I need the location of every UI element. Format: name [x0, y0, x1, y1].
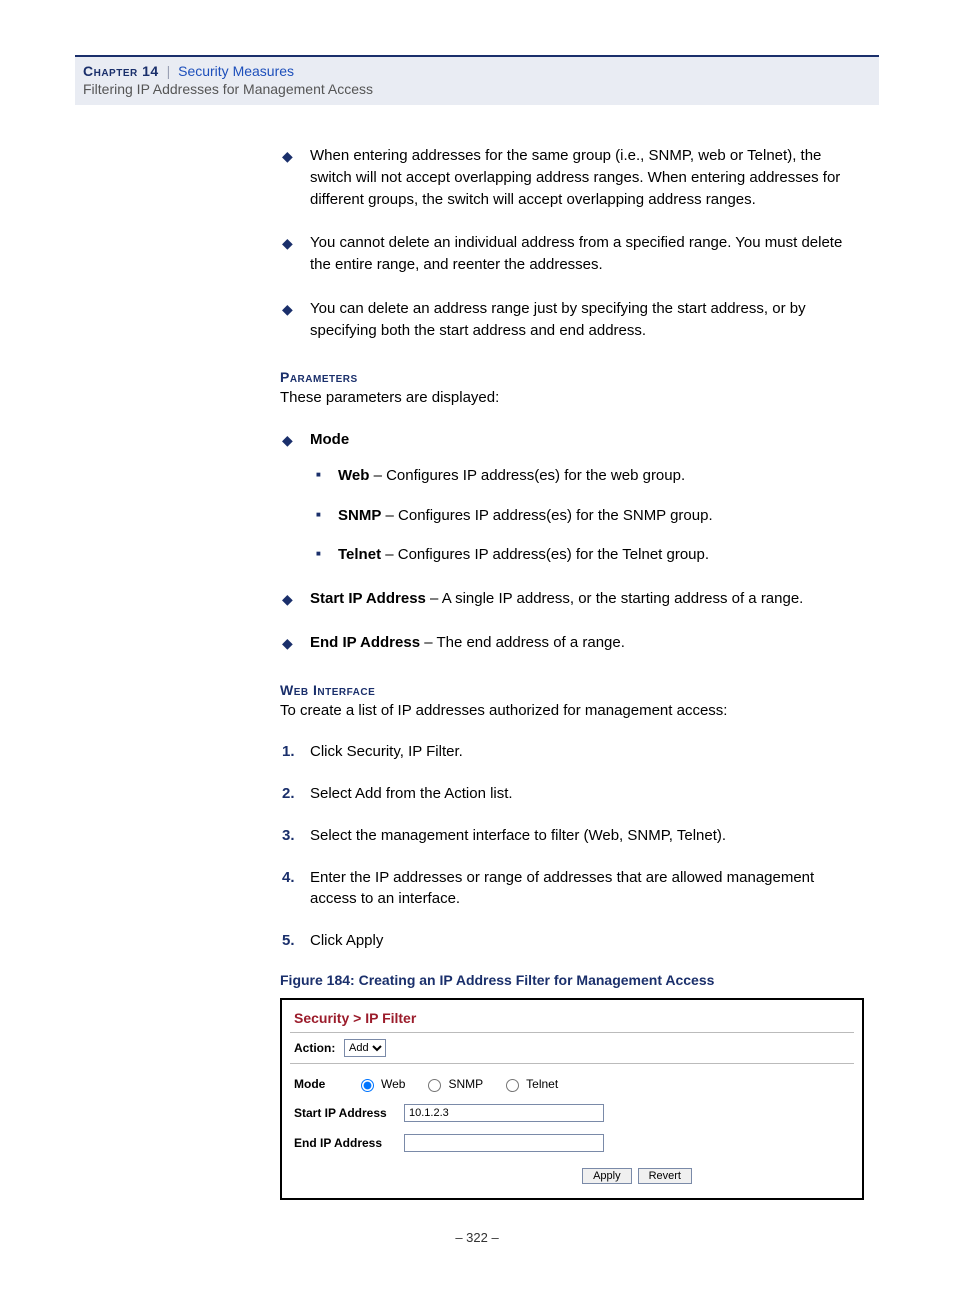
section-title: Security Measures: [178, 63, 294, 79]
radio-input-snmp[interactable]: [428, 1079, 441, 1092]
page-header: Chapter 14 | Security Measures Filtering…: [75, 55, 879, 105]
list-item: Select the management interface to filte…: [280, 825, 864, 847]
action-select[interactable]: Add: [344, 1039, 386, 1057]
list-item: Click Apply: [280, 930, 864, 952]
breadcrumb: Security > IP Filter: [282, 1000, 862, 1032]
main-content: When entering addresses for the same gro…: [280, 145, 864, 1200]
list-item: You can delete an address range just by …: [280, 298, 864, 342]
chapter-label: Chapter 14: [83, 63, 159, 79]
action-label: Action:: [294, 1041, 344, 1055]
list-item: Web – Configures IP address(es) for the …: [310, 465, 864, 487]
param-start-ip: Start IP Address – A single IP address, …: [280, 588, 864, 610]
radio-snmp[interactable]: SNMP: [423, 1076, 483, 1092]
list-item: SNMP – Configures IP address(es) for the…: [310, 505, 864, 527]
mode-label: Mode: [294, 1077, 356, 1091]
radio-web[interactable]: Web: [356, 1076, 405, 1092]
revert-button[interactable]: Revert: [638, 1168, 692, 1184]
radio-input-web[interactable]: [361, 1079, 374, 1092]
mode-radio-group: Web SNMP Telnet: [356, 1076, 558, 1092]
mode-sublist: Web – Configures IP address(es) for the …: [310, 465, 864, 566]
web-interface-intro: To create a list of IP addresses authori…: [280, 700, 864, 722]
param-mode: Mode Web – Configures IP address(es) for…: [280, 429, 864, 566]
list-item: Enter the IP addresses or range of addre…: [280, 867, 864, 911]
radio-input-telnet[interactable]: [506, 1079, 519, 1092]
figure-caption: Figure 184: Creating an IP Address Filte…: [280, 972, 864, 988]
ui-screenshot: Security > IP Filter Action: Add Mode We…: [280, 998, 864, 1200]
steps-list: Click Security, IP Filter. Select Add fr…: [280, 741, 864, 952]
start-ip-input[interactable]: [404, 1104, 604, 1122]
parameters-list: Mode Web – Configures IP address(es) for…: [280, 429, 864, 654]
parameters-intro: These parameters are displayed:: [280, 387, 864, 409]
end-ip-label: End IP Address: [294, 1136, 404, 1150]
list-item: Select Add from the Action list.: [280, 783, 864, 805]
page-number: – 322 –: [0, 1230, 954, 1245]
separator: |: [167, 63, 171, 79]
intro-bullets: When entering addresses for the same gro…: [280, 145, 864, 341]
parameters-heading: Parameters: [280, 369, 864, 385]
header-subtitle: Filtering IP Addresses for Management Ac…: [83, 81, 871, 97]
web-interface-heading: Web Interface: [280, 682, 864, 698]
end-ip-input[interactable]: [404, 1134, 604, 1152]
list-item: Telnet – Configures IP address(es) for t…: [310, 544, 864, 566]
param-label: Mode: [310, 431, 349, 448]
start-ip-label: Start IP Address: [294, 1106, 404, 1120]
apply-button[interactable]: Apply: [582, 1168, 632, 1184]
param-end-ip: End IP Address – The end address of a ra…: [280, 632, 864, 654]
list-item: You cannot delete an individual address …: [280, 232, 864, 276]
list-item: When entering addresses for the same gro…: [280, 145, 864, 210]
radio-telnet[interactable]: Telnet: [501, 1076, 558, 1092]
list-item: Click Security, IP Filter.: [280, 741, 864, 763]
